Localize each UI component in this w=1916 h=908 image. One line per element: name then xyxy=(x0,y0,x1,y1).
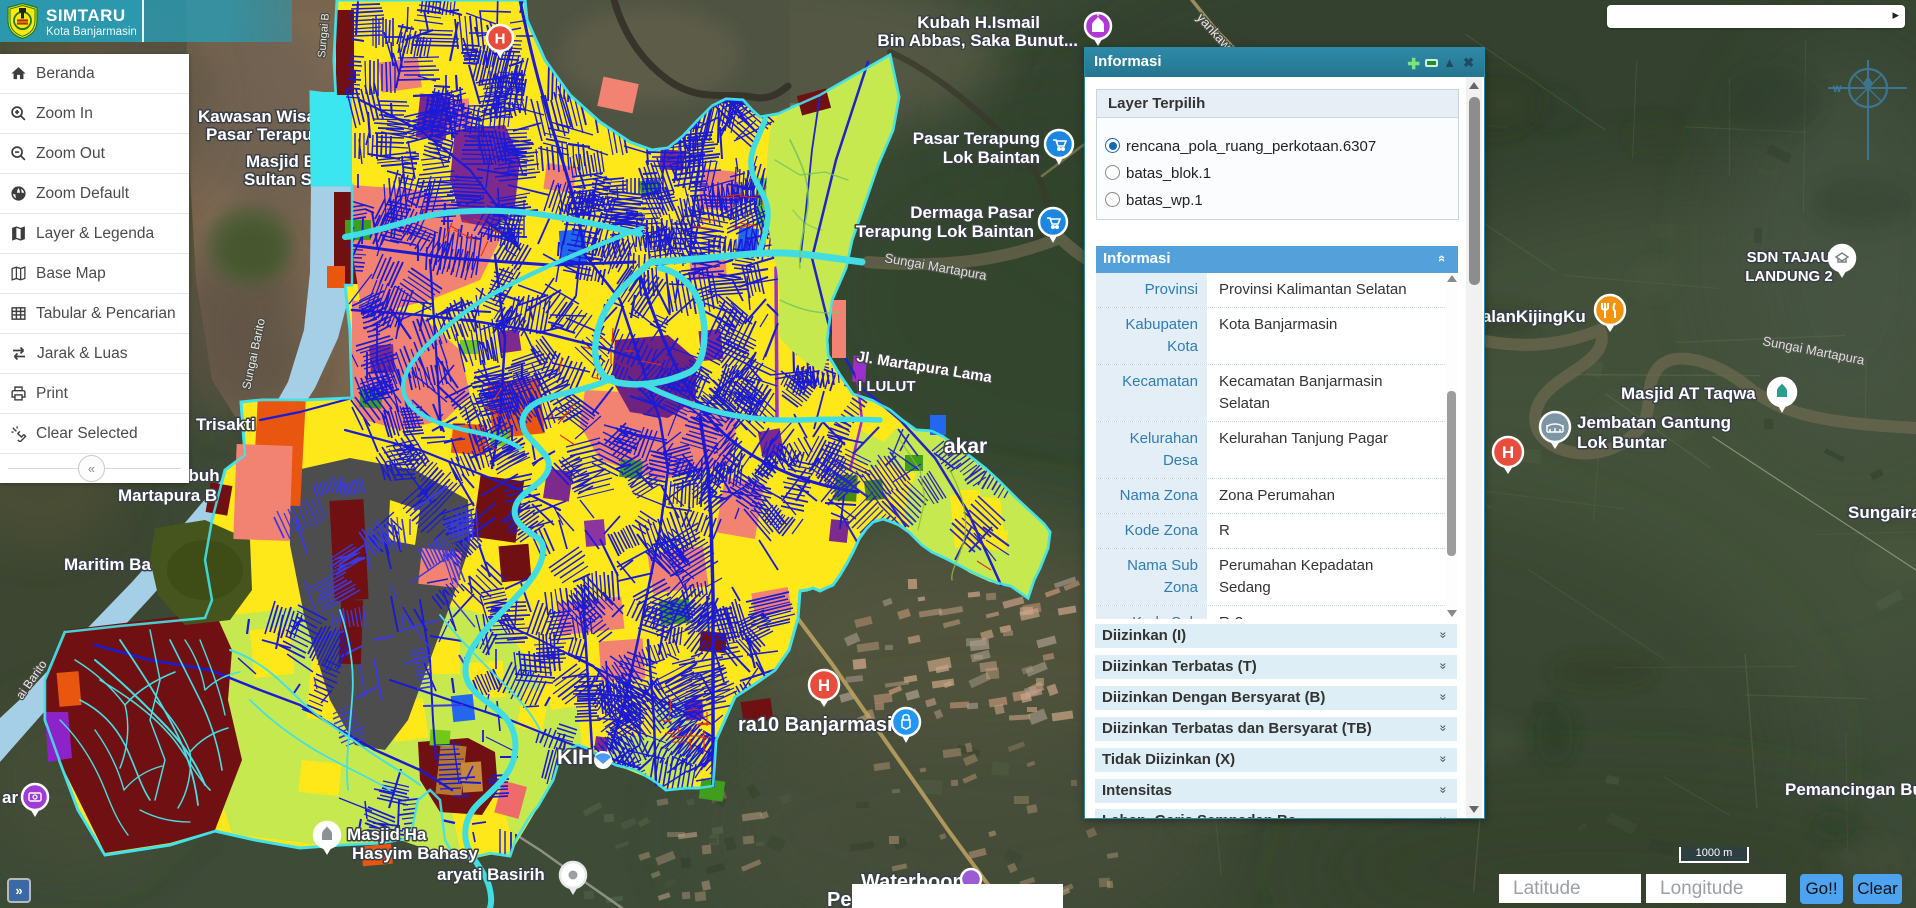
svg-text:ar: ar xyxy=(2,788,18,807)
svg-text:Trisakti: Trisakti xyxy=(196,415,256,434)
svg-text:H: H xyxy=(1502,443,1514,462)
svg-text:Hasyim Bahasy: Hasyim Bahasy xyxy=(352,844,478,863)
svg-text:KIH: KIH xyxy=(557,746,593,769)
svg-text:H: H xyxy=(818,676,830,695)
svg-text:Bin Abbas, Saka Bunut...: Bin Abbas, Saka Bunut... xyxy=(877,31,1078,50)
svg-text:Kawasan Wisa: Kawasan Wisa xyxy=(198,107,316,126)
svg-text:Maritim Ba: Maritim Ba xyxy=(64,555,151,574)
svg-text:akar: akar xyxy=(944,435,987,458)
svg-text:Sungairang: Sungairang xyxy=(1848,503,1916,522)
svg-text:ra10 Banjarmasin: ra10 Banjarmasin xyxy=(738,714,905,736)
svg-text:LANDUNG 2: LANDUNG 2 xyxy=(1745,268,1833,285)
svg-text:Lok Baintan: Lok Baintan xyxy=(943,148,1040,167)
svg-text:Dermaga Pasar: Dermaga Pasar xyxy=(910,203,1034,222)
svg-text:Masjid AT Taqwa: Masjid AT Taqwa xyxy=(1621,384,1756,403)
svg-text:Masjid Ha: Masjid Ha xyxy=(347,825,427,844)
svg-text:I LULUT: I LULUT xyxy=(858,378,916,395)
svg-text:Pemancingan Bu: Pemancingan Bu xyxy=(1785,780,1916,799)
svg-text:Pasar Terapu: Pasar Terapu xyxy=(206,125,312,144)
svg-text:W: W xyxy=(1833,84,1842,94)
svg-text:Kubah H.Ismail: Kubah H.Ismail xyxy=(917,13,1040,32)
svg-text:Lok Buntar: Lok Buntar xyxy=(1577,433,1667,452)
svg-text:Pasar Terapung: Pasar Terapung xyxy=(913,129,1040,148)
svg-text:H: H xyxy=(495,30,506,47)
svg-text:Jembatan Gantung: Jembatan Gantung xyxy=(1577,413,1731,432)
svg-text:Martapura B: Martapura B xyxy=(118,486,217,505)
svg-text:Terapung Lok Baintan: Terapung Lok Baintan xyxy=(856,222,1034,241)
svg-text:Sultan S: Sultan S xyxy=(244,170,312,189)
svg-text:SDN TAJAU: SDN TAJAU xyxy=(1747,249,1832,266)
svg-text:aryati Basirih: aryati Basirih xyxy=(437,865,545,884)
svg-text:Masjid B: Masjid B xyxy=(246,152,316,171)
